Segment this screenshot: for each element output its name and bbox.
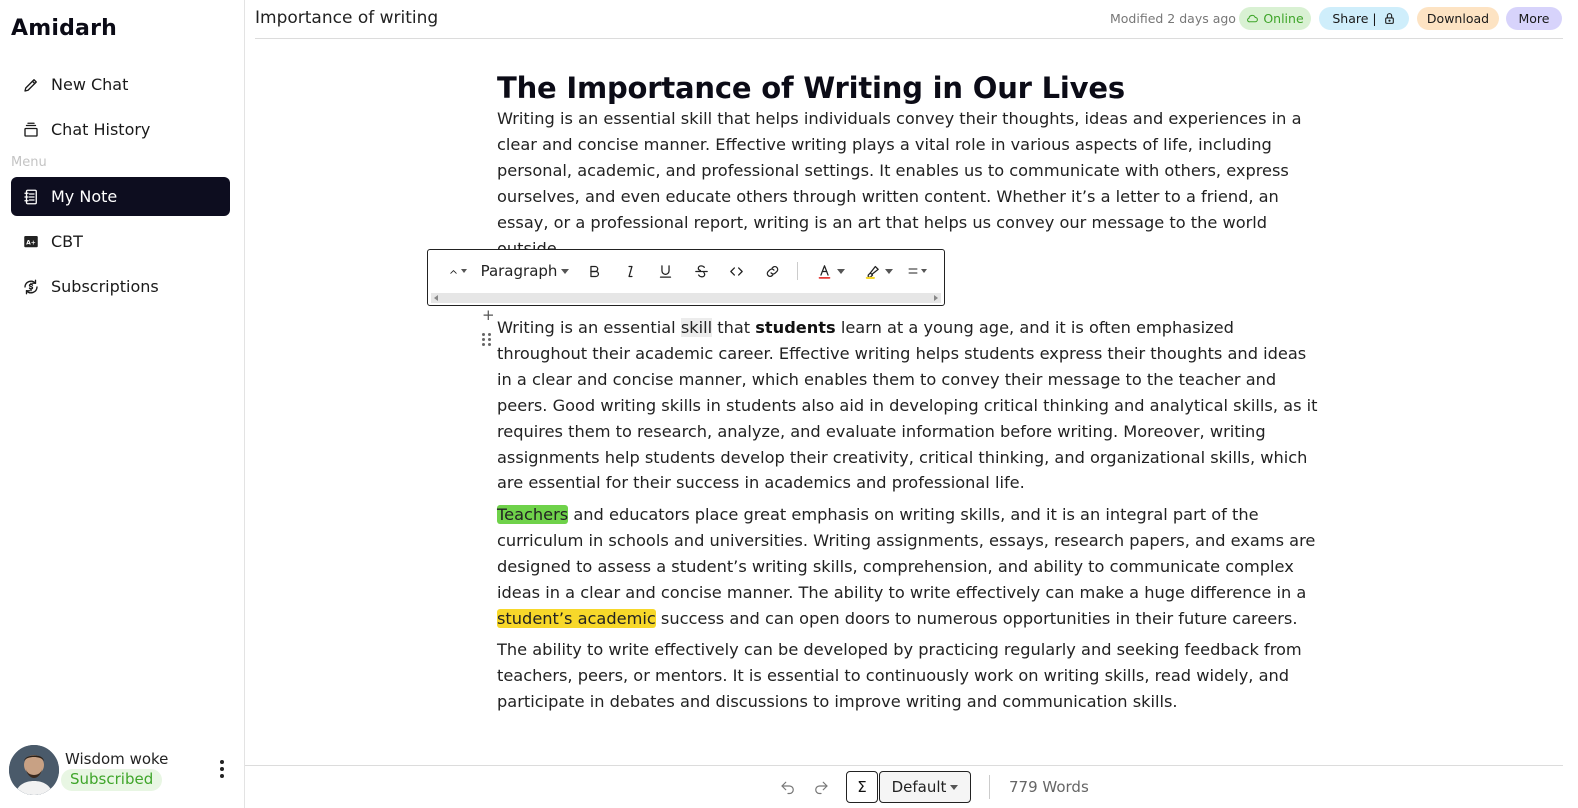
share-button[interactable]: Share | — [1319, 7, 1409, 30]
underline-button[interactable] — [655, 258, 675, 284]
avatar[interactable] — [9, 745, 59, 795]
sidebar-item-my-note[interactable]: My Note — [11, 177, 230, 216]
cloud-icon — [1247, 14, 1259, 23]
chevron-down-icon — [950, 784, 959, 790]
sidebar: Amidarh New Chat Chat History Menu My No… — [0, 0, 245, 808]
paragraph-intro[interactable]: Writing is an essential skill that helps… — [497, 106, 1319, 261]
paragraph-teachers[interactable]: Teachers and educators place great empha… — [497, 502, 1319, 632]
strikethrough-icon — [694, 264, 708, 277]
redo-icon — [815, 781, 828, 795]
brand-logo: Amidarh — [11, 16, 117, 41]
document-header: Importance of writing Modified 2 days ag… — [255, 0, 1563, 39]
link-icon — [766, 265, 778, 277]
more-button[interactable]: More — [1506, 7, 1562, 30]
highlight-color-dropdown[interactable] — [861, 258, 895, 284]
text-run: and educators place great emphasis on wr… — [497, 505, 1316, 602]
sidebar-item-cbt[interactable]: A+ CBT — [11, 222, 230, 261]
selected-word: skill — [680, 318, 713, 337]
redo-button[interactable] — [812, 777, 832, 797]
word-count: 779 Words — [1009, 778, 1089, 796]
note-editor[interactable]: The Importance of Writing in Our Lives W… — [497, 70, 1319, 711]
list-icon — [908, 268, 918, 274]
link-button[interactable] — [762, 258, 782, 284]
share-label: Share | — [1332, 11, 1377, 26]
bold-icon — [589, 265, 599, 277]
online-label: Online — [1263, 11, 1304, 26]
sidebar-item-chat-history[interactable]: Chat History — [11, 110, 230, 149]
style-select-label: Default — [891, 778, 947, 796]
block-handle-dropdown[interactable] — [446, 258, 468, 284]
add-block-plus-icon[interactable]: + — [482, 306, 495, 324]
sidebar-item-new-chat[interactable]: New Chat — [11, 65, 230, 104]
svg-text:A+: A+ — [26, 239, 36, 246]
yellow-highlight-text: student’s academic — [497, 608, 656, 628]
text-run: learn at a young age, and it is often em… — [497, 318, 1318, 493]
sidebar-item-label: CBT — [51, 232, 83, 251]
undo-button[interactable] — [779, 777, 799, 797]
strikethrough-button[interactable] — [691, 258, 711, 284]
underline-icon — [659, 264, 671, 278]
drag-handle-icon[interactable] — [482, 333, 491, 347]
scroll-left-icon[interactable] — [434, 295, 438, 301]
formatting-toolbar: Paragraph — [427, 249, 945, 306]
text-run: success and can open doors to numerous o… — [655, 608, 1298, 628]
sidebar-item-label: Subscriptions — [51, 277, 159, 296]
pencil-icon — [21, 75, 41, 95]
formula-button[interactable]: Σ — [846, 771, 878, 803]
sidebar-item-subscriptions[interactable]: Subscriptions — [11, 267, 230, 306]
paragraph-students[interactable]: Writing is an essential skill that stude… — [497, 315, 1319, 496]
highlighter-icon — [865, 265, 879, 279]
subscription-status-badge: Subscribed — [61, 769, 163, 791]
italic-icon — [627, 265, 633, 277]
scroll-right-icon[interactable] — [934, 295, 938, 301]
chevron-down-icon — [561, 268, 570, 274]
notebook-icon — [21, 187, 41, 207]
user-name: Wisdom woke — [65, 750, 169, 768]
undo-icon — [781, 781, 794, 795]
lock-icon — [1384, 13, 1394, 24]
text-color-dropdown[interactable] — [813, 258, 847, 284]
editor-footer: Σ Default 779 Words — [245, 765, 1563, 808]
text-run: Writing is an essential — [497, 318, 681, 337]
paragraph-practice[interactable]: The ability to write effectively can be … — [497, 637, 1319, 715]
handle-icon — [449, 269, 457, 274]
green-highlight-text: Teachers — [497, 505, 569, 524]
style-select[interactable]: Default — [879, 771, 971, 803]
block-type-label: Paragraph — [480, 262, 558, 280]
code-icon — [729, 266, 743, 276]
refresh-dollar-icon — [21, 277, 41, 297]
block-type-dropdown[interactable]: Paragraph — [480, 258, 570, 284]
toolbar-scrollbar[interactable] — [431, 293, 941, 303]
bold-text: students — [755, 318, 836, 337]
grade-icon: A+ — [21, 232, 41, 252]
modified-timestamp: Modified 2 days ago — [1110, 11, 1236, 26]
bold-button[interactable] — [584, 258, 604, 284]
sidebar-item-label: Chat History — [51, 120, 151, 139]
text-run: that — [712, 318, 756, 337]
document-heading[interactable]: The Importance of Writing in Our Lives — [497, 70, 1319, 106]
online-status-badge: Online — [1239, 7, 1311, 30]
document-title[interactable]: Importance of writing — [255, 8, 438, 28]
more-options-dropdown[interactable] — [906, 258, 928, 284]
stack-icon — [21, 120, 41, 140]
text-color-icon — [818, 264, 830, 279]
menu-section-label: Menu — [11, 155, 47, 170]
user-menu-kebab-icon[interactable] — [214, 757, 230, 781]
code-button[interactable] — [726, 258, 746, 284]
user-profile: Wisdom woke Subscribed — [9, 745, 234, 797]
download-button[interactable]: Download — [1417, 7, 1499, 30]
sidebar-item-label: My Note — [51, 187, 118, 206]
italic-button[interactable] — [620, 258, 640, 284]
sidebar-item-label: New Chat — [51, 75, 129, 94]
